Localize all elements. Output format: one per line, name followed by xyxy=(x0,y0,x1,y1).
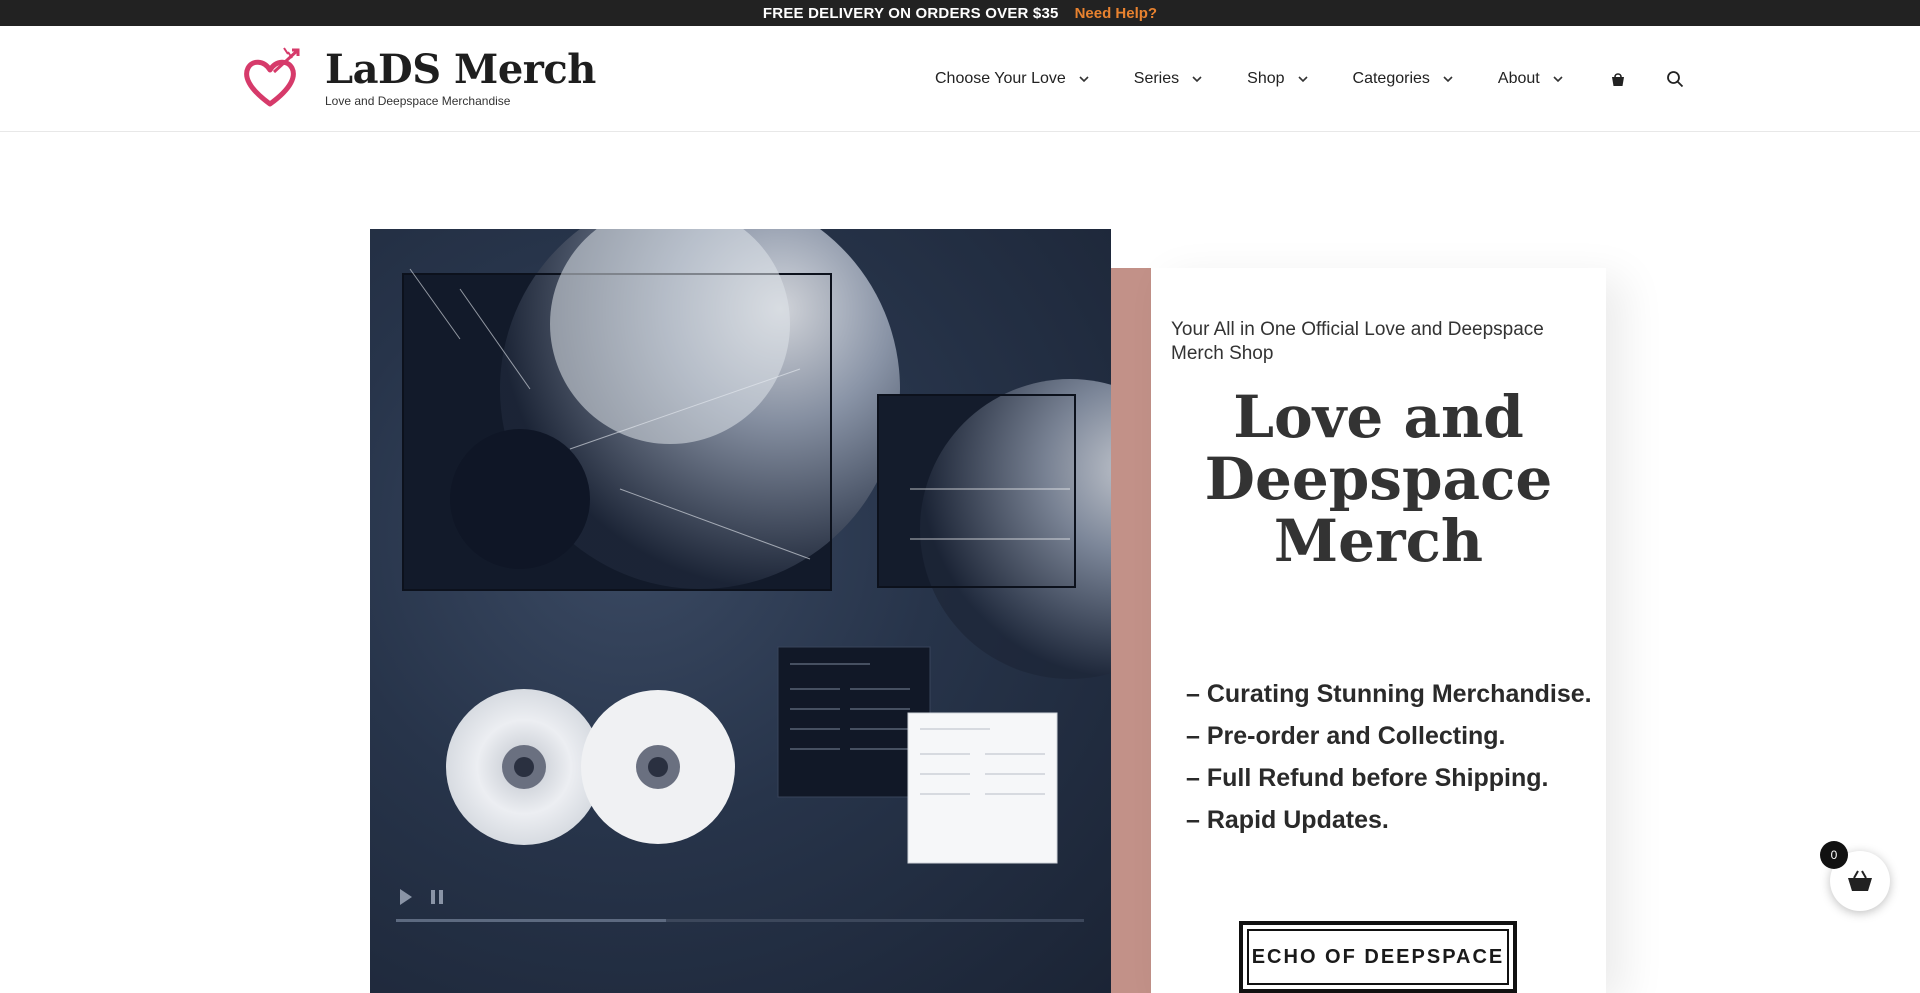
accent-strip xyxy=(1111,268,1151,993)
nav-shop[interactable]: Shop xyxy=(1247,70,1308,88)
shopping-bag-icon[interactable] xyxy=(1608,69,1628,89)
site-header: LaDS Merch Love and Deepspace Merchandis… xyxy=(0,26,1920,132)
play-icon xyxy=(400,889,412,905)
album-artwork-illustration xyxy=(396,229,1111,922)
nav-choose-your-love[interactable]: Choose Your Love xyxy=(935,70,1090,88)
chevron-down-icon xyxy=(1553,76,1563,83)
hero-card: Your All in One Official Love and Deepsp… xyxy=(1151,268,1606,993)
nav-label: Series xyxy=(1133,70,1180,87)
search-icon[interactable] xyxy=(1665,69,1685,89)
list-item: – Full Refund before Shipping. xyxy=(1186,764,1549,792)
nav-label: Categories xyxy=(1352,70,1430,87)
nav-about[interactable]: About xyxy=(1498,70,1564,88)
chevron-down-icon xyxy=(1192,76,1202,83)
list-item: – Curating Stunning Merchandise. xyxy=(1186,680,1592,708)
hero-subtitle: Your All in One Official Love and Deepsp… xyxy=(1171,319,1544,364)
list-item: – Rapid Updates. xyxy=(1186,806,1389,834)
nav-series[interactable]: Series xyxy=(1134,70,1203,88)
chevron-down-icon xyxy=(1297,76,1308,83)
need-help-link[interactable]: Need Help? xyxy=(1075,5,1158,22)
nav-label: Shop xyxy=(1247,70,1285,87)
hero-headline: Love and Deepspace Merch xyxy=(1204,383,1553,575)
main-nav: Choose Your Love Series Shop Categories … xyxy=(935,26,1722,132)
heart-arrow-logo-icon[interactable] xyxy=(240,46,300,114)
cart-count-badge: 0 xyxy=(1820,841,1848,869)
brand-tagline: Love and Deepspace Merchandise xyxy=(325,94,511,108)
announcement-bar: FREE DELIVERY ON ORDERS OVER $35 Need He… xyxy=(0,0,1920,26)
feature-list: – Curating Stunning Merchandise. – Pre-o… xyxy=(1186,673,1592,841)
brand[interactable]: LaDS Merch Love and Deepspace Merchandis… xyxy=(325,46,596,108)
list-item: – Pre-order and Collecting. xyxy=(1186,722,1506,750)
chevron-down-icon xyxy=(1443,76,1453,83)
echo-of-deepspace-button[interactable]: ECHO OF DEEPSPACE xyxy=(1239,921,1517,993)
chevron-down-icon xyxy=(1079,76,1089,83)
nav-label: Choose Your Love xyxy=(935,70,1066,87)
nav-label: About xyxy=(1497,70,1540,87)
free-delivery-text: FREE DELIVERY ON ORDERS OVER $35 xyxy=(762,4,1059,22)
album-product-photo xyxy=(370,229,1111,993)
nav-categories[interactable]: Categories xyxy=(1353,70,1454,88)
brand-title[interactable]: LaDS Merch xyxy=(325,46,596,94)
basket-icon xyxy=(1848,870,1872,891)
